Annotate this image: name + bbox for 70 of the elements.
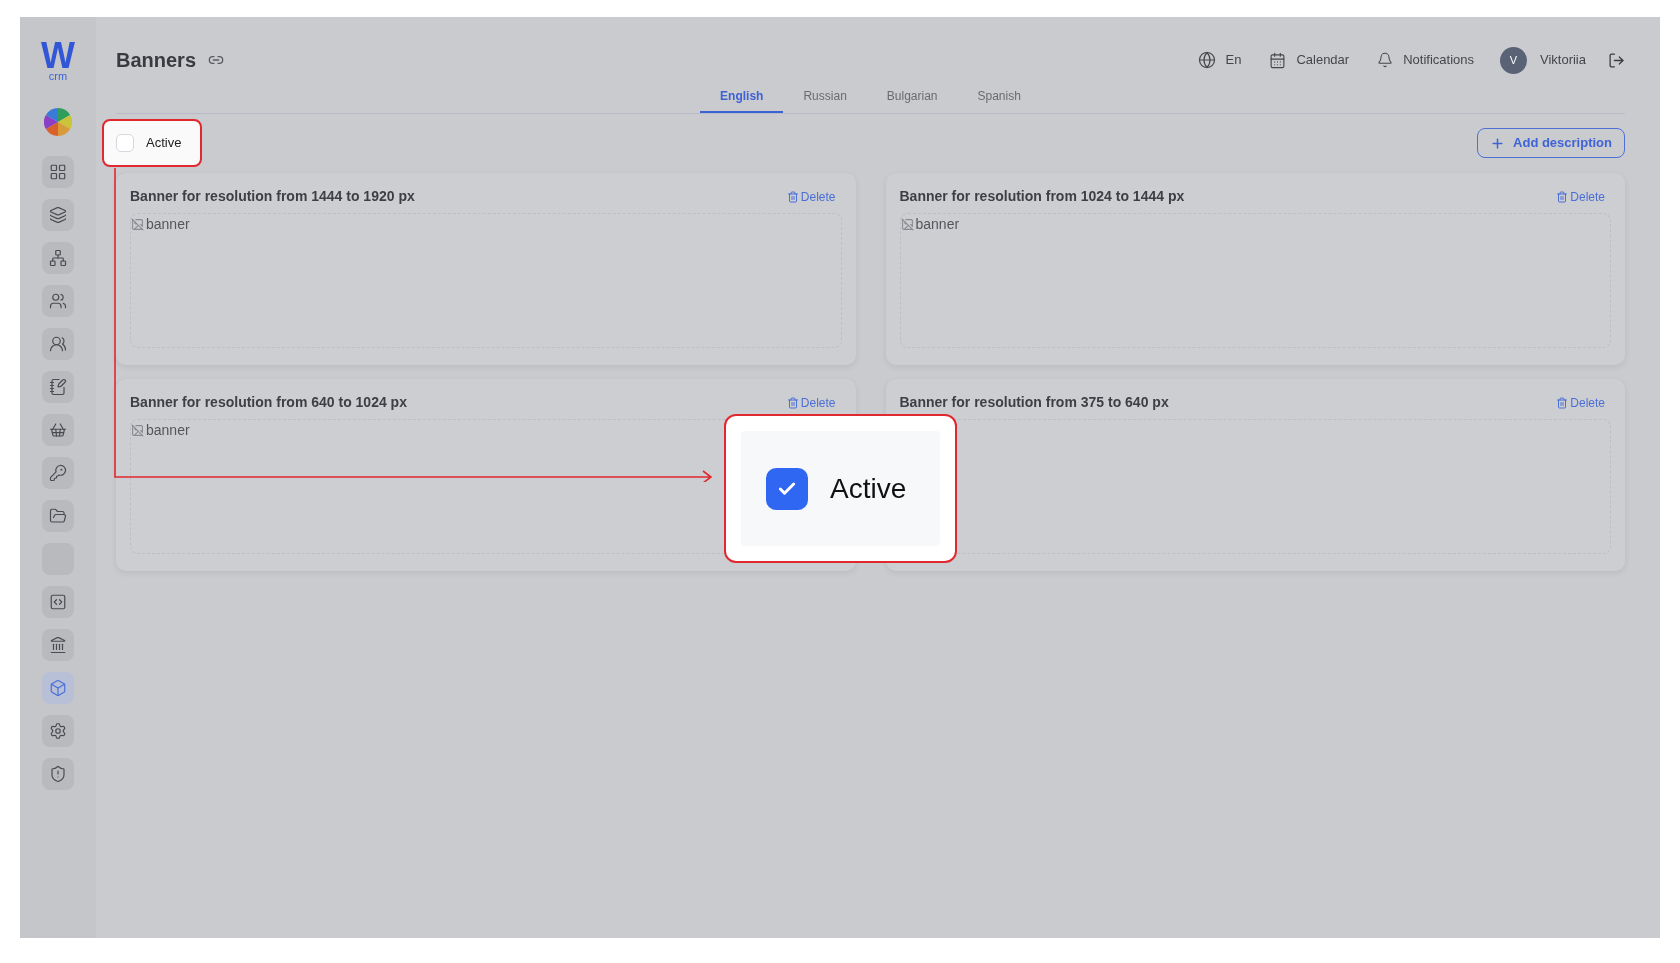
delete-link[interactable]: Delete bbox=[1556, 393, 1605, 412]
sidebar-item[interactable] bbox=[42, 285, 74, 317]
sidebar-item[interactable] bbox=[42, 414, 74, 446]
globe-icon bbox=[1197, 51, 1216, 69]
language-tab[interactable]: Spanish bbox=[957, 87, 1041, 113]
add-description-button[interactable]: Add description bbox=[1477, 128, 1625, 158]
folder-icon bbox=[49, 507, 67, 525]
code-icon bbox=[49, 593, 67, 611]
cube-icon bbox=[49, 679, 67, 697]
callout-label: Active bbox=[830, 471, 907, 506]
language-tab[interactable]: Russian bbox=[783, 87, 867, 113]
image-alt-text: banner bbox=[915, 215, 960, 234]
checkbox[interactable] bbox=[766, 467, 808, 510]
sidebar-item[interactable] bbox=[42, 457, 74, 489]
card-title: Banner for resolution from 1444 to 1920 px bbox=[130, 187, 415, 206]
checkbox[interactable] bbox=[116, 134, 134, 152]
image-alt-text: banner bbox=[146, 421, 190, 440]
sidebar-item[interactable] bbox=[42, 500, 74, 532]
sidebar-item[interactable] bbox=[42, 586, 74, 618]
delete-link[interactable]: Delete bbox=[786, 187, 836, 206]
bell-icon bbox=[1377, 52, 1394, 68]
trash-icon bbox=[1556, 396, 1569, 409]
broken-image-icon bbox=[131, 424, 144, 437]
logo-letter: W bbox=[41, 41, 75, 71]
trash-icon bbox=[1556, 190, 1569, 203]
user-name: Viktoriia bbox=[1540, 51, 1586, 70]
trash-icon bbox=[786, 190, 799, 203]
language-button[interactable]: En bbox=[1197, 50, 1242, 70]
bank-icon bbox=[49, 636, 67, 654]
grid-icon bbox=[49, 163, 67, 181]
sidebar-item[interactable] bbox=[42, 242, 74, 274]
active-checkbox-highlight[interactable]: Active bbox=[102, 119, 202, 167]
user-avatar[interactable]: V bbox=[1500, 46, 1527, 74]
image-alt-text: banner bbox=[146, 215, 190, 234]
delete-link[interactable]: Delete bbox=[786, 393, 836, 412]
sidebar-item[interactable] bbox=[42, 199, 74, 231]
broken-image-icon bbox=[900, 218, 914, 231]
hierarchy-icon bbox=[49, 249, 67, 267]
sidebar-item[interactable] bbox=[42, 758, 74, 790]
sidebar-item[interactable] bbox=[42, 156, 74, 188]
card-title: Banner for resolution from 640 to 1024 px bbox=[130, 393, 407, 412]
broken-image-icon bbox=[131, 218, 144, 231]
card-title: Banner for resolution from 1024 to 1444 px bbox=[899, 187, 1185, 206]
notifications-button[interactable]: Notifications bbox=[1377, 50, 1474, 70]
page-title: Banners bbox=[116, 48, 197, 73]
shield-icon bbox=[49, 765, 67, 783]
notepad-icon bbox=[49, 378, 67, 396]
sidebar-item[interactable] bbox=[42, 328, 74, 360]
layers-icon bbox=[49, 206, 67, 224]
calendar-button[interactable]: Calendar bbox=[1269, 50, 1350, 70]
sidebar-item[interactable] bbox=[42, 715, 74, 747]
color-wheel-icon bbox=[44, 108, 72, 136]
users-icon bbox=[49, 292, 67, 310]
plus-icon bbox=[1490, 135, 1506, 151]
card-title: Banner for resolution from 375 to 640 px bbox=[899, 393, 1169, 412]
language-tab[interactable]: English bbox=[700, 87, 784, 113]
trash-icon bbox=[786, 396, 799, 409]
logout-icon[interactable] bbox=[1608, 51, 1625, 69]
key-icon bbox=[49, 464, 67, 482]
checkbox-label: Active bbox=[146, 134, 182, 153]
sidebar-item[interactable] bbox=[42, 672, 74, 704]
calendar-icon bbox=[1269, 51, 1287, 69]
sidebar-item[interactable] bbox=[42, 629, 74, 661]
group-icon bbox=[49, 335, 67, 353]
settings-icon bbox=[49, 722, 67, 740]
language-tab[interactable]: Bulgarian bbox=[866, 87, 958, 113]
logo-subtitle: crm bbox=[48, 71, 68, 82]
basket-icon bbox=[49, 421, 67, 439]
sidebar-item[interactable] bbox=[42, 371, 74, 403]
delete-link[interactable]: Delete bbox=[1556, 187, 1605, 206]
